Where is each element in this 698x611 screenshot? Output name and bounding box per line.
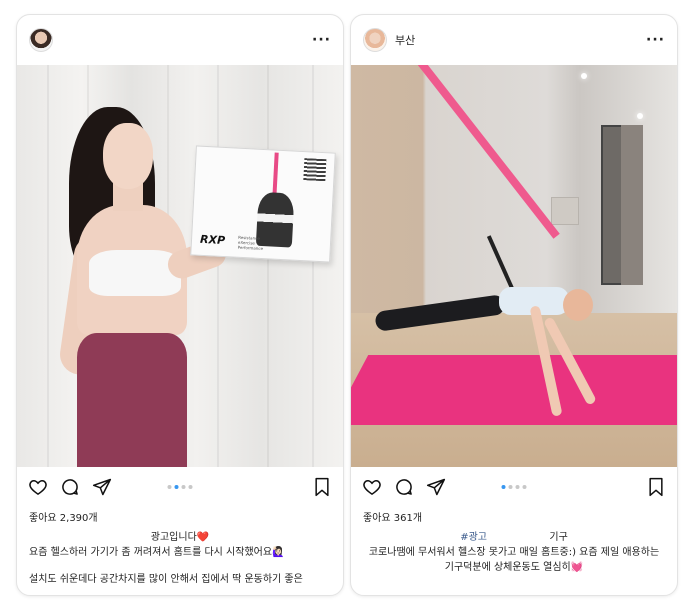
caption: #광고 기구 코로나땜에 무서워서 헬스장 못가고 매일 홈트중:) 요즘 제일… <box>351 530 677 575</box>
action-bar <box>351 467 677 507</box>
instagram-post-card-2: 부산 ··· 좋아요 361개 #광고 기구 코로나땜에 무서워서 헬스장 못가… <box>350 14 678 596</box>
caption-line-3: 설치도 쉬운데다 공간차지를 많이 안해서 집에서 딱 운동하기 좋은 <box>29 574 303 585</box>
caption-line-2: 코로나땜에 무서워서 헬스장 못가고 매일 홈트중:) 요즘 제일 애용하는 <box>368 547 660 558</box>
bookmark-icon[interactable] <box>311 476 333 498</box>
caption-line-1: #광고 기구 <box>363 530 665 545</box>
carousel-indicator <box>167 485 193 489</box>
likes-count[interactable]: 좋아요 361개 <box>351 509 677 524</box>
post-header: ··· <box>17 15 343 65</box>
avatar[interactable] <box>29 28 53 52</box>
heart-icon[interactable] <box>361 476 383 498</box>
product-box: RXP Resistance eXercise Performance <box>190 145 336 263</box>
caption-line-3: 기구덕분에 상체운동도 열심히💓 <box>444 562 584 573</box>
heart-icon[interactable] <box>27 476 49 498</box>
send-icon[interactable] <box>91 476 113 498</box>
caption-line-2: 요즘 헬스하러 가기가 좀 꺼려져서 홈트를 다시 시작했어요🙋🏻‍♀️ <box>29 547 285 558</box>
username[interactable]: 부산 <box>395 32 415 48</box>
post-header: 부산 ··· <box>351 15 677 65</box>
caption-line-1: 광고입니다❤️ <box>150 532 210 543</box>
comment-icon[interactable] <box>393 476 415 498</box>
bookmark-icon[interactable] <box>645 476 667 498</box>
instagram-post-card-1: ··· RXP Resistance eXercise Performance <box>16 14 344 596</box>
product-logo: RXP <box>199 232 226 248</box>
post-photo[interactable]: RXP Resistance eXercise Performance <box>17 65 343 467</box>
post-photo[interactable] <box>351 65 677 467</box>
product-subtitle: Resistance eXercise Performance <box>237 234 264 252</box>
hashtag-link[interactable]: #광고 <box>460 532 487 543</box>
caption: 광고입니다❤️ 요즘 헬스하러 가기가 좀 꺼려져서 홈트를 다시 시작했어요🙋… <box>17 530 343 587</box>
more-horizontal-icon[interactable]: ··· <box>312 32 331 48</box>
carousel-indicator <box>501 485 527 489</box>
action-bar <box>17 467 343 507</box>
more-horizontal-icon[interactable]: ··· <box>646 32 665 48</box>
send-icon[interactable] <box>425 476 447 498</box>
comment-icon[interactable] <box>59 476 81 498</box>
avatar[interactable] <box>363 28 387 52</box>
caption-line-1-rest: 기구 <box>549 532 568 543</box>
qr-code <box>303 158 327 182</box>
likes-count[interactable]: 좋아요 2,390개 <box>17 509 343 524</box>
